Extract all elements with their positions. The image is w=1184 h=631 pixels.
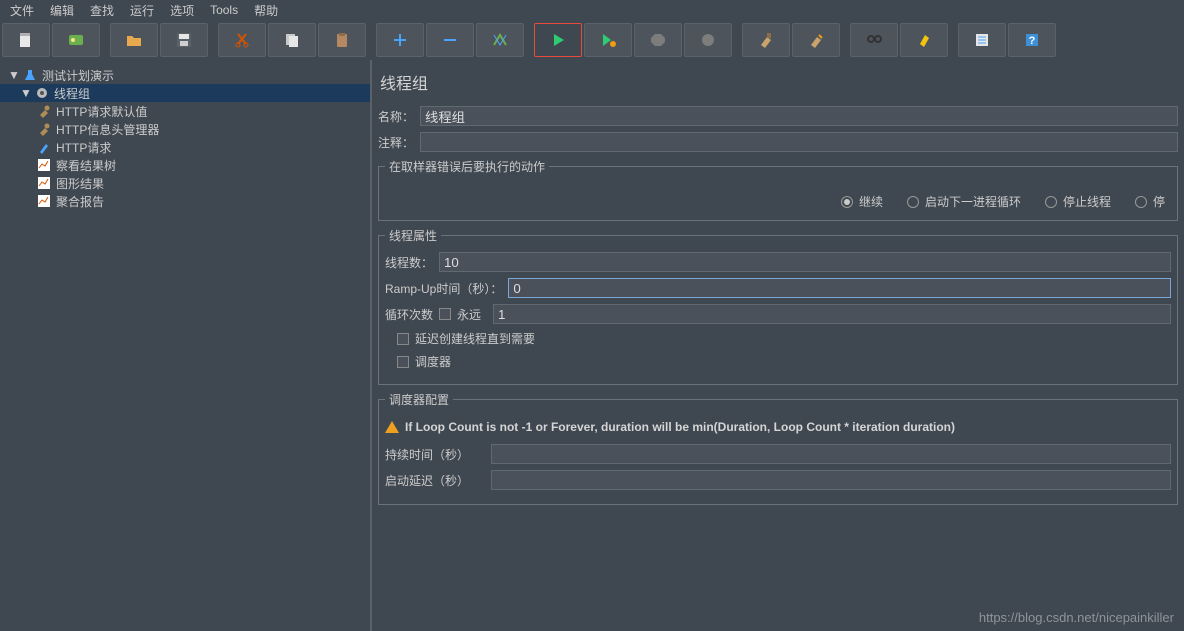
shutdown-button[interactable]	[684, 23, 732, 57]
menu-tools[interactable]: Tools	[202, 1, 246, 19]
loop-label: 循环次数	[385, 306, 433, 323]
tree-item[interactable]: HTTP请求默认值	[0, 102, 370, 120]
svg-text:?: ?	[1029, 35, 1036, 47]
flask-icon	[22, 67, 38, 83]
rampup-input[interactable]	[508, 278, 1171, 298]
comment-label: 注释：	[378, 134, 414, 151]
delay-create-label: 延迟创建线程直到需要	[415, 330, 535, 347]
onerror-fieldset: 在取样器错误后要执行的动作 继续 启动下一进程循环 停止线程 停	[378, 158, 1178, 221]
toolbar: ?	[0, 20, 1184, 60]
chart-icon	[36, 175, 52, 191]
menu-find[interactable]: 查找	[82, 0, 122, 21]
start-no-pause-button[interactable]	[584, 23, 632, 57]
warning-icon	[385, 421, 399, 433]
tree-root[interactable]: ▼ 测试计划演示	[0, 66, 370, 84]
loop-input[interactable]	[493, 304, 1171, 324]
delay-create-checkbox[interactable]	[397, 333, 409, 345]
tree-panel: ▼ 测试计划演示 ▼ 线程组 HTTP请求默认值 HTTP信息头管理器 HTTP…	[0, 60, 370, 631]
chart-icon	[36, 193, 52, 209]
startdelay-label: 启动延迟（秒）	[385, 472, 485, 489]
radio-next-loop[interactable]: 启动下一进程循环	[907, 193, 1021, 210]
paste-button[interactable]	[318, 23, 366, 57]
pipette-icon	[36, 139, 52, 155]
main-panel: 线程组 名称： 注释： 在取样器错误后要执行的动作 继续 启动下一进程循环 停止…	[370, 60, 1184, 631]
clear-all-button[interactable]	[792, 23, 840, 57]
scheduler-warning: If Loop Count is not -1 or Forever, dura…	[385, 420, 1171, 434]
toggle-button[interactable]	[476, 23, 524, 57]
duration-label: 持续时间（秒）	[385, 446, 485, 463]
menu-help[interactable]: 帮助	[246, 0, 286, 21]
radio-stop[interactable]: 停	[1135, 193, 1165, 210]
remove-button[interactable]	[426, 23, 474, 57]
radio-stop-input[interactable]	[1135, 196, 1147, 208]
forever-checkbox[interactable]	[439, 308, 451, 320]
function-button[interactable]	[958, 23, 1006, 57]
tree-label: 图形结果	[56, 175, 104, 192]
reset-search-button[interactable]	[900, 23, 948, 57]
wrench-icon	[36, 103, 52, 119]
tree-label: HTTP请求	[56, 139, 111, 156]
tree-item[interactable]: HTTP请求	[0, 138, 370, 156]
duration-input[interactable]	[491, 444, 1171, 464]
menu-edit[interactable]: 编辑	[42, 0, 82, 21]
scheduler-checkbox[interactable]	[397, 356, 409, 368]
scheduler-legend: 调度器配置	[385, 391, 453, 408]
onerror-legend: 在取样器错误后要执行的动作	[385, 158, 549, 175]
tree-label: 线程组	[54, 85, 90, 102]
chart-icon	[36, 157, 52, 173]
search-button[interactable]	[850, 23, 898, 57]
tree-label: 察看结果树	[56, 157, 116, 174]
radio-stop-thread[interactable]: 停止线程	[1045, 193, 1111, 210]
rampup-label: Ramp-Up时间（秒）：	[385, 280, 502, 297]
expand-icon[interactable]: ▼	[8, 68, 18, 82]
name-label: 名称：	[378, 108, 414, 125]
radio-next-input[interactable]	[907, 196, 919, 208]
thread-props-legend: 线程属性	[385, 227, 441, 244]
forever-label: 永远	[457, 306, 481, 323]
tree-item[interactable]: 图形结果	[0, 174, 370, 192]
clear-button[interactable]	[742, 23, 790, 57]
menu-run[interactable]: 运行	[122, 0, 162, 21]
tree-label: 聚合报告	[56, 193, 104, 210]
open-button[interactable]	[110, 23, 158, 57]
cut-button[interactable]	[218, 23, 266, 57]
menu-options[interactable]: 选项	[162, 0, 202, 21]
name-input[interactable]	[420, 106, 1178, 126]
tree-thread-group[interactable]: ▼ 线程组	[0, 84, 370, 102]
threads-label: 线程数：	[385, 254, 433, 271]
help-button[interactable]: ?	[1008, 23, 1056, 57]
menubar: 文件 编辑 查找 运行 选项 Tools 帮助	[0, 0, 1184, 20]
tree-item[interactable]: 察看结果树	[0, 156, 370, 174]
menu-file[interactable]: 文件	[2, 0, 42, 21]
stop-button[interactable]	[634, 23, 682, 57]
panel-title: 线程组	[378, 70, 1178, 94]
watermark: https://blog.csdn.net/nicepainkiller	[979, 610, 1174, 625]
wrench-icon	[36, 121, 52, 137]
tree-label: HTTP请求默认值	[56, 103, 147, 120]
copy-button[interactable]	[268, 23, 316, 57]
templates-button[interactable]	[52, 23, 100, 57]
tree-item[interactable]: 聚合报告	[0, 192, 370, 210]
add-button[interactable]	[376, 23, 424, 57]
expand-icon[interactable]: ▼	[20, 86, 30, 100]
new-button[interactable]	[2, 23, 50, 57]
radio-continue[interactable]: 继续	[841, 193, 883, 210]
radio-stopthread-input[interactable]	[1045, 196, 1057, 208]
thread-props-fieldset: 线程属性 线程数： Ramp-Up时间（秒）： 循环次数 永远 延迟创建线程直到…	[378, 227, 1178, 385]
start-button[interactable]	[534, 23, 582, 57]
tree-label: HTTP信息头管理器	[56, 121, 159, 138]
scheduler-fieldset: 调度器配置 If Loop Count is not -1 or Forever…	[378, 391, 1178, 505]
tree-label: 测试计划演示	[42, 67, 114, 84]
startdelay-input[interactable]	[491, 470, 1171, 490]
scheduler-label: 调度器	[415, 353, 451, 370]
radio-continue-input[interactable]	[841, 196, 853, 208]
tree-item[interactable]: HTTP信息头管理器	[0, 120, 370, 138]
gear-icon	[34, 85, 50, 101]
threads-input[interactable]	[439, 252, 1171, 272]
comment-input[interactable]	[420, 132, 1178, 152]
save-button[interactable]	[160, 23, 208, 57]
